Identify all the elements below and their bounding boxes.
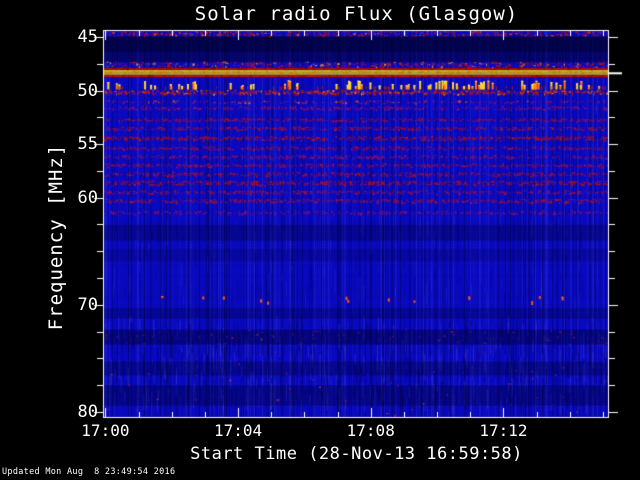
x-tick-label: 17:12: [479, 421, 528, 440]
y-tick-label: 60: [77, 187, 98, 208]
x-tick-label: 17:00: [81, 421, 130, 440]
x-axis-label: Start Time (28-Nov-13 16:59:58): [190, 444, 523, 464]
chart-title: Solar radio Flux (Glasgow): [194, 3, 519, 25]
y-tick-label: 70: [77, 294, 98, 315]
y-tick-label: 80: [77, 401, 98, 422]
x-tick-label: 17:04: [213, 421, 263, 440]
y-tick-label: 50: [77, 80, 98, 101]
y-tick-label: 55: [77, 134, 98, 155]
solar-radio-spectrogram-window: Solar radio Flux (Glasgow) Frequency [MH…: [0, 0, 640, 480]
x-tick-label: 17:08: [346, 421, 395, 440]
updated-timestamp: Updated Mon Aug 8 23:49:54 2016: [2, 467, 176, 477]
y-tick-label: 45: [77, 27, 98, 47]
